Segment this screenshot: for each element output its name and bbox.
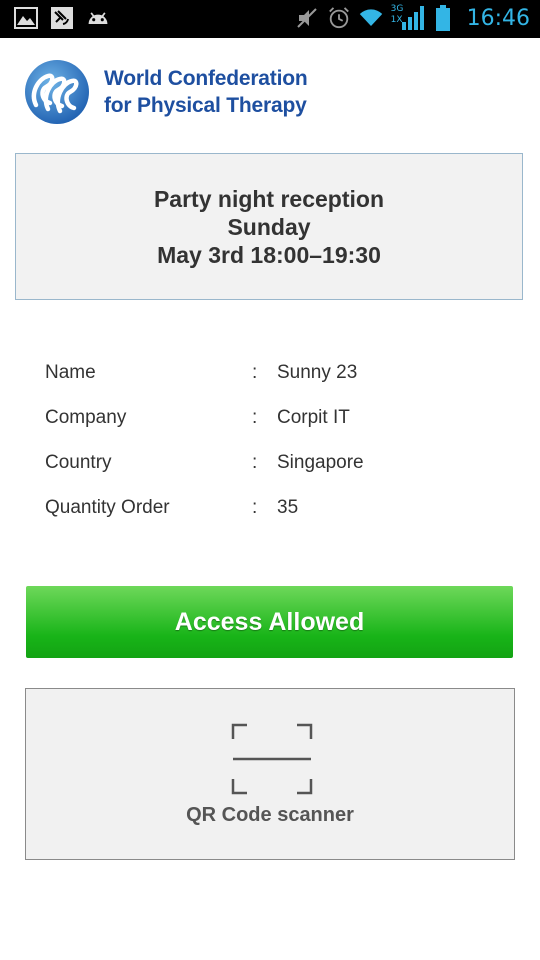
- signal-icon: 3G 1X: [391, 4, 424, 32]
- status-bar: 3G 1X 16:46: [0, 0, 540, 38]
- detail-row-name: Name : Sunny 23: [45, 362, 515, 407]
- qr-code-scanner-button[interactable]: QR Code scanner: [25, 688, 515, 860]
- org-name-line2: for Physical Therapy: [104, 94, 307, 117]
- clock: 16:46: [466, 5, 530, 31]
- detail-label: Country: [45, 452, 112, 473]
- system-icons: 3G 1X 16:46: [295, 4, 530, 32]
- detail-separator: :: [252, 452, 258, 473]
- wcpt-logo-icon: [24, 59, 90, 125]
- qr-scanner-label: QR Code scanner: [186, 804, 354, 826]
- detail-value: Sunny 23: [277, 362, 358, 383]
- detail-row-company: Company : Corpit IT: [45, 407, 515, 452]
- image-icon: [14, 6, 38, 30]
- wifi-icon: [359, 6, 383, 30]
- battery-icon: [431, 5, 455, 31]
- detail-separator: :: [252, 362, 258, 383]
- qr-scan-icon: [231, 723, 313, 795]
- mute-icon: [295, 6, 319, 30]
- detail-separator: :: [252, 497, 258, 518]
- detail-value: 35: [277, 497, 299, 518]
- attendee-details: Name : Sunny 23 Company : Corpit IT Coun…: [45, 362, 515, 542]
- org-name-line1: World Confederation: [104, 67, 308, 90]
- event-datetime: May 3rd 18:00–19:30: [157, 241, 381, 268]
- event-info-box: Party night reception Sunday May 3rd 18:…: [15, 153, 523, 300]
- access-allowed-button[interactable]: Access Allowed: [26, 586, 513, 658]
- detail-row-quantity: Quantity Order : 35: [45, 497, 515, 542]
- detail-label: Company: [45, 407, 127, 428]
- detail-value: Corpit IT: [277, 407, 350, 428]
- organization-name: World Confederation for Physical Therapy: [104, 65, 308, 119]
- detail-separator: :: [252, 407, 258, 428]
- detail-label: Name: [45, 362, 96, 383]
- event-day: Sunday: [227, 213, 311, 240]
- alarm-icon: [327, 6, 351, 30]
- detail-row-country: Country : Singapore: [45, 452, 515, 497]
- detail-value: Singapore: [277, 452, 364, 473]
- event-title: Party night reception: [153, 185, 385, 212]
- android-icon: [86, 6, 110, 30]
- app-header: World Confederation for Physical Therapy: [24, 58, 308, 126]
- detail-label: Quantity Order: [45, 497, 170, 518]
- satellite-icon: [50, 6, 74, 30]
- notification-icons: [14, 6, 110, 30]
- access-allowed-label: Access Allowed: [174, 607, 365, 636]
